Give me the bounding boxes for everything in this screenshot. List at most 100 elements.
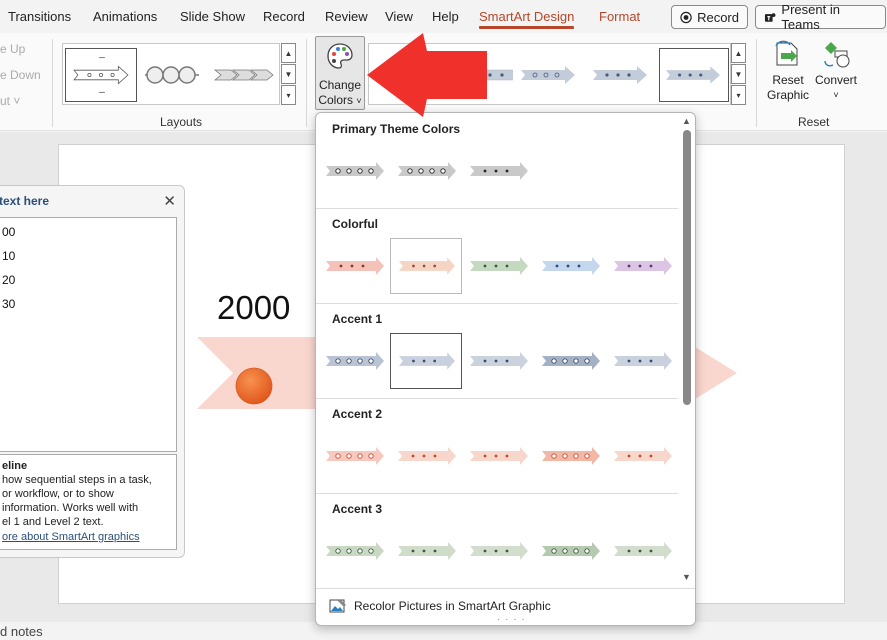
section-divider: [316, 303, 678, 304]
style-option-subtle-effect[interactable]: [587, 48, 655, 102]
timeline-marker-circle[interactable]: [234, 366, 274, 406]
color-option[interactable]: [462, 143, 534, 199]
list-item[interactable]: 00: [2, 225, 15, 239]
palette-icon: [327, 43, 353, 69]
convert-button[interactable]: Convert ˅: [813, 39, 859, 109]
reset-graphic-line2: Graphic: [766, 88, 810, 102]
scrollbar-thumb[interactable]: [683, 130, 691, 405]
teams-icon: [764, 12, 776, 22]
tab-slide-show[interactable]: Slide Show: [180, 9, 245, 24]
tab-record[interactable]: Record: [263, 9, 305, 24]
chevron-down-icon: ˅: [833, 90, 839, 100]
recolor-pictures-label: Recolor Pictures in SmartArt Graphic: [354, 599, 551, 613]
scroll-down-icon[interactable]: ▼: [731, 64, 746, 84]
reset-group-label: Reset: [798, 115, 830, 129]
text-pane-title: text here: [0, 194, 50, 208]
section-divider: [316, 398, 678, 399]
tab-help[interactable]: Help: [432, 9, 459, 24]
layout-option-chevron-timeline[interactable]: [211, 48, 277, 102]
convert-label: Convert: [814, 73, 858, 87]
layout-option-circle-timeline[interactable]: [141, 48, 203, 102]
record-button[interactable]: Record: [671, 5, 748, 29]
section-divider: [316, 493, 678, 494]
color-option[interactable]: [318, 428, 390, 484]
color-option[interactable]: [462, 523, 534, 579]
color-option[interactable]: [462, 428, 534, 484]
color-option[interactable]: [606, 238, 678, 294]
tab-format[interactable]: Format: [599, 9, 640, 24]
notes-label: d notes: [0, 624, 43, 639]
move-up-button[interactable]: e Up: [0, 42, 25, 56]
list-item[interactable]: 30: [2, 297, 15, 311]
color-option[interactable]: [318, 143, 390, 199]
color-option[interactable]: [606, 428, 678, 484]
timeline-year-label[interactable]: 2000: [217, 289, 290, 327]
style-option-intense-effect[interactable]: [659, 48, 729, 102]
color-option[interactable]: [390, 523, 462, 579]
text-pane-bullet-list[interactable]: 00 10 20 30: [0, 217, 177, 452]
convert-icon: [824, 42, 850, 68]
color-option[interactable]: [390, 333, 462, 389]
color-option[interactable]: [534, 428, 606, 484]
style-option-white-outline[interactable]: [515, 48, 583, 102]
color-option[interactable]: [318, 523, 390, 579]
color-option[interactable]: [606, 333, 678, 389]
tab-animations[interactable]: Animations: [93, 9, 157, 24]
color-option[interactable]: [534, 238, 606, 294]
color-option[interactable]: [318, 333, 390, 389]
ribbon-tab-bar: Transitions Animations Slide Show Record…: [0, 0, 887, 33]
more-icon[interactable]: ▾: [281, 85, 296, 105]
layout-description-title: eline: [2, 460, 28, 472]
tab-review[interactable]: Review: [325, 9, 368, 24]
scroll-down-icon[interactable]: ▼: [281, 64, 296, 84]
scroll-up-icon[interactable]: ▲: [682, 116, 691, 126]
color-option[interactable]: [606, 523, 678, 579]
tab-transitions[interactable]: Transitions: [8, 9, 71, 24]
styles-gallery-scroll[interactable]: ▲ ▼ ▾: [731, 43, 746, 105]
recolor-pictures-item[interactable]: Recolor Pictures in SmartArt Graphic · ·…: [316, 588, 695, 625]
layouts-group-label: Layouts: [160, 115, 203, 129]
section-title-colorful: Colorful: [332, 217, 378, 231]
reset-graphic-icon: [775, 40, 798, 66]
more-icon[interactable]: ▾: [731, 85, 746, 105]
scroll-up-icon[interactable]: ▲: [731, 43, 746, 63]
more-about-smartart-link[interactable]: ore about SmartArt graphics: [2, 530, 172, 544]
layout-description-line: or workflow, or to show: [2, 488, 114, 500]
color-option[interactable]: [462, 238, 534, 294]
layout-option-basic-timeline[interactable]: [65, 48, 137, 102]
reset-graphic-button[interactable]: Reset Graphic: [762, 39, 814, 109]
change-colors-dropdown: Primary Theme Colors Colorful Accent 1 A…: [315, 112, 696, 626]
layouts-gallery-scroll[interactable]: ▲ ▼ ▾: [281, 43, 296, 105]
color-option[interactable]: [390, 143, 462, 199]
change-colors-line1: Change: [318, 78, 362, 92]
layouts-gallery: [62, 43, 280, 105]
section-title-accent2: Accent 2: [332, 407, 383, 421]
layout-description-line: el 1 and Level 2 text.: [2, 516, 104, 528]
layout-button[interactable]: ut ˅: [0, 94, 20, 108]
section-title-accent3: Accent 3: [332, 502, 383, 516]
chevron-down-icon: ˅: [356, 96, 362, 106]
color-option[interactable]: [534, 523, 606, 579]
color-option[interactable]: [390, 428, 462, 484]
color-option[interactable]: [318, 238, 390, 294]
move-down-button[interactable]: e Down: [0, 68, 41, 82]
scroll-down-icon[interactable]: ▼: [682, 572, 691, 582]
color-option[interactable]: [534, 333, 606, 389]
tab-view[interactable]: View: [385, 9, 413, 24]
tab-smartart-design[interactable]: SmartArt Design: [479, 9, 575, 29]
layout-button-label: ut: [0, 94, 11, 108]
change-colors-line2: Colors ˅: [318, 93, 362, 107]
change-colors-button[interactable]: Change Colors ˅: [315, 36, 365, 110]
dropdown-scrollbar[interactable]: ▲ ▼: [679, 113, 695, 588]
close-icon[interactable]: ✕: [163, 192, 176, 210]
color-option[interactable]: [462, 333, 534, 389]
recolor-pictures-icon: [329, 599, 346, 613]
present-in-teams-button[interactable]: Present in Teams: [755, 2, 886, 32]
resize-grip-icon[interactable]: · · · ·: [497, 615, 526, 625]
group-separator: [756, 39, 757, 127]
list-item[interactable]: 20: [2, 273, 15, 287]
color-option[interactable]: [390, 238, 462, 294]
scroll-up-icon[interactable]: ▲: [281, 43, 296, 63]
layout-description: eline how sequential steps in a task, or…: [0, 454, 177, 550]
list-item[interactable]: 10: [2, 249, 15, 263]
